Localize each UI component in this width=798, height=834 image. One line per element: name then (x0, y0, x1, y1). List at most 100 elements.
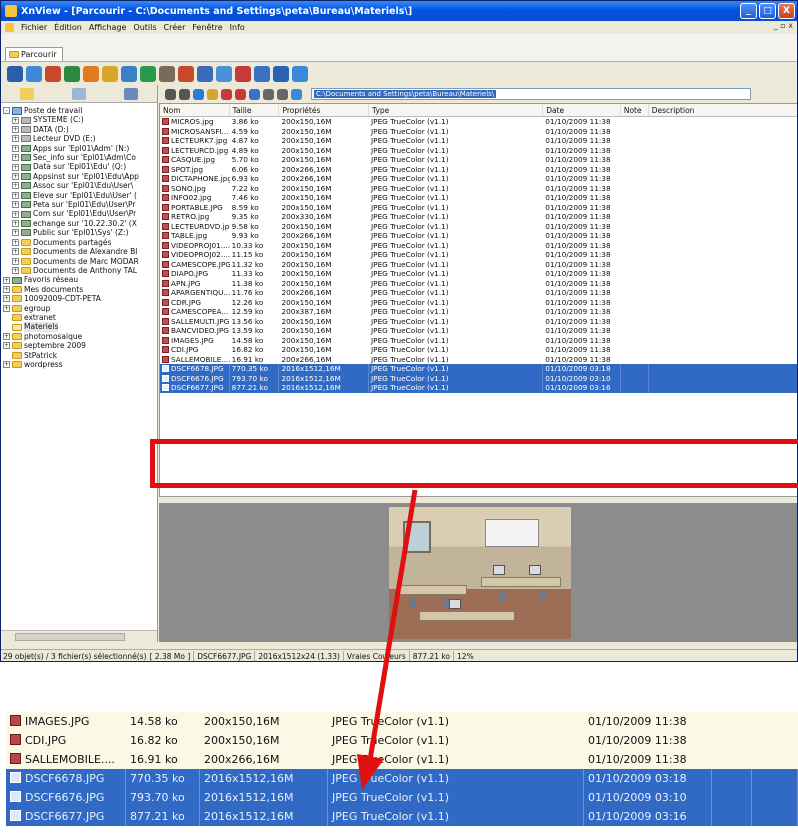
web-icon[interactable] (216, 66, 232, 82)
menu-affichage[interactable]: Affichage (89, 23, 127, 32)
collapse-icon[interactable]: - (3, 107, 10, 115)
table-row[interactable]: APARGENTIQU... 11.76 ko 200x266,16M JPEG Tr… (160, 288, 797, 298)
camera-icon[interactable] (235, 66, 251, 82)
table-row[interactable]: SONO.jpg 7.22 ko 200x150,16M JPEG TrueColor… (160, 184, 797, 194)
home-icon[interactable] (193, 88, 204, 100)
table-row[interactable]: LECTEURDVD.jpg 9.58 ko 200x150,16M JPEG Tru… (160, 222, 797, 232)
filter-icon[interactable] (277, 88, 288, 100)
table-row[interactable]: DSCF6677.JPG 877.21 ko 2016x1512,16M JPEG T… (160, 383, 797, 393)
table-row[interactable]: TABLE.jpg 9.93 ko 200x266,16M JPEG TrueColo… (160, 231, 797, 241)
address-field[interactable]: C:\Documents and Settings\peta\Bureau\Ma… (311, 88, 751, 100)
expand-icon[interactable]: + (12, 210, 19, 218)
tree-item[interactable]: + wordpress (3, 360, 155, 369)
close-button[interactable]: X (778, 3, 795, 19)
expand-icon[interactable]: + (12, 220, 19, 228)
expand-icon[interactable]: + (12, 182, 19, 190)
close-icon[interactable] (235, 88, 246, 100)
tree-item[interactable]: + Sec_info sur 'Epl01\Adm\Co (3, 153, 155, 162)
expand-icon[interactable]: + (12, 173, 19, 181)
tree-item[interactable]: + Data sur 'Epl01\Edu' (Q:) (3, 162, 155, 171)
view-mode-icon[interactable] (7, 66, 23, 82)
expand-icon[interactable]: + (3, 285, 10, 293)
expand-icon[interactable]: + (3, 295, 10, 303)
expand-icon[interactable]: + (12, 144, 19, 152)
menu-fichier[interactable]: Fichier (21, 23, 47, 32)
tree-item[interactable]: + Com sur 'Epl01\Edu\User\Pr (3, 209, 155, 218)
settings-icon[interactable] (254, 66, 270, 82)
column-date[interactable]: Date (543, 104, 621, 116)
favorites-tab-icon[interactable] (72, 87, 86, 100)
tree-item[interactable]: + photomosaique (3, 332, 155, 341)
tree-item[interactable]: + echange sur '10.22.30.2' (X (3, 219, 155, 228)
minimize-button[interactable]: _ (740, 3, 757, 19)
table-row[interactable]: APN.JPG 11.38 ko 200x150,16M JPEG TrueColor… (160, 279, 797, 289)
table-row[interactable]: CASQUE.jpg 5.70 ko 200x150,16M JPEG TrueCol… (160, 155, 797, 165)
print-icon[interactable] (159, 66, 175, 82)
tree-item[interactable]: + Documents partagés (3, 238, 155, 247)
maximize-button[interactable]: □ (759, 3, 776, 19)
table-row[interactable]: DICTAPHONE.jpg 6.93 ko 200x266,16M JPEG Tru… (160, 174, 797, 184)
table-row[interactable]: INFO02.jpg 7.46 ko 200x150,16M JPEG TrueCol… (160, 193, 797, 203)
help-icon[interactable] (292, 66, 308, 82)
tree-item[interactable]: StPatrick (3, 351, 155, 360)
favorites-icon[interactable] (291, 88, 302, 100)
tree-item[interactable]: extranet (3, 313, 155, 322)
tree-item[interactable]: + egroup (3, 304, 155, 313)
refresh-icon[interactable] (45, 66, 61, 82)
tree-item[interactable]: +10092009-CDT-PETA (3, 294, 155, 303)
table-row[interactable]: SALLEMOBILE.... 16.91 ko 200x266,16M JPEG T… (160, 355, 797, 365)
column-proprietes[interactable]: Propriétés (279, 104, 370, 116)
expand-icon[interactable]: + (12, 238, 19, 246)
table-row[interactable]: DSCF6678.JPG 770.35 ko 2016x1512,16M JPEG T… (160, 364, 797, 374)
column-type[interactable]: Type (369, 104, 544, 116)
tree-item[interactable]: + Lecteur DVD (E:) (3, 134, 155, 143)
tree-item[interactable]: + Public sur 'Epl01\Sys' (Z:) (3, 228, 155, 237)
categories-tab-icon[interactable] (124, 87, 138, 100)
tree-item[interactable]: Materiels (3, 322, 155, 332)
table-row[interactable]: CDI.JPG 16.82 ko 200x150,16M JPEG TrueColor… (160, 345, 797, 355)
tree-item[interactable]: + SYSTEME (C:) (3, 115, 155, 124)
tree-item[interactable]: + Mes documents (3, 285, 155, 294)
column-nom[interactable]: Nom (160, 104, 230, 116)
folder-up-icon[interactable] (207, 88, 218, 100)
menu-outils[interactable]: Outils (133, 23, 156, 32)
expand-icon[interactable]: + (12, 116, 19, 124)
tab-parcourir[interactable]: Parcourir (5, 47, 63, 61)
tree-item[interactable]: + Documents de Anthony TAL (3, 266, 155, 275)
table-row[interactable]: SPOT.jpg 6.06 ko 200x266,16M JPEG TrueColor… (160, 165, 797, 175)
table-row[interactable]: MICROSANSFI... 4.59 ko 200x150,16M JPEG Tru… (160, 127, 797, 137)
table-row[interactable]: VIDEOPROJ01.... 10.33 ko 200x150,16M JPEG T… (160, 241, 797, 251)
expand-icon[interactable]: + (12, 126, 19, 134)
column-taille[interactable]: Taille (230, 104, 280, 116)
expand-icon[interactable]: + (3, 361, 10, 369)
table-row[interactable]: PORTABLE.JPG 8.59 ko 200x150,16M JPEG TrueC… (160, 203, 797, 213)
scanner-icon[interactable] (178, 66, 194, 82)
tree-item[interactable]: + Apps sur 'Epl01\Adm' (N:) (3, 144, 155, 153)
filter-icon[interactable] (83, 66, 99, 82)
tree-item[interactable]: + septembre 2009 (3, 341, 155, 350)
thumbnail-icon[interactable] (26, 66, 42, 82)
expand-icon[interactable]: + (12, 191, 19, 199)
expand-icon[interactable]: + (12, 267, 19, 275)
menu-creer[interactable]: Créer (164, 23, 186, 32)
folders-tab-icon[interactable] (20, 87, 34, 100)
tree-item[interactable]: - Poste de travail (3, 106, 155, 115)
table-row[interactable]: MICROS.jpg 3.86 ko 200x150,16M JPEG TrueCol… (160, 117, 797, 127)
expand-icon[interactable]: + (3, 304, 10, 312)
tree-item[interactable]: + Documents de Marc MODAR (3, 257, 155, 266)
table-row[interactable]: IMAGES.JPG 14.58 ko 200x150,16M JPEG TrueCo… (160, 336, 797, 346)
table-row[interactable]: CAMESCOPE.JPG 11.32 ko 200x150,16M JPEG Tru… (160, 260, 797, 270)
expand-icon[interactable]: + (3, 332, 10, 340)
column-note[interactable]: Note (621, 104, 649, 116)
back-icon[interactable] (165, 88, 176, 100)
table-row[interactable]: SALLEMULTI.JPG 13.56 ko 200x150,16M JPEG Tr… (160, 317, 797, 327)
scroll-thumb[interactable] (15, 633, 125, 641)
fullscreen-icon[interactable] (273, 66, 289, 82)
table-row[interactable]: RETRO.jpg 9.35 ko 200x330,16M JPEG TrueColo… (160, 212, 797, 222)
rotate-icon[interactable] (64, 66, 80, 82)
tree-item[interactable]: + Assoc sur 'Epl01\Edu\User\ (3, 181, 155, 190)
table-row[interactable]: LECTEURCD.jpg 4.89 ko 200x150,16M JPEG True… (160, 146, 797, 156)
delete-icon[interactable] (221, 88, 232, 100)
table-row[interactable]: BANCVIDEO.JPG 13.59 ko 200x150,16M JPEG Tru… (160, 326, 797, 336)
forward-icon[interactable] (179, 88, 190, 100)
